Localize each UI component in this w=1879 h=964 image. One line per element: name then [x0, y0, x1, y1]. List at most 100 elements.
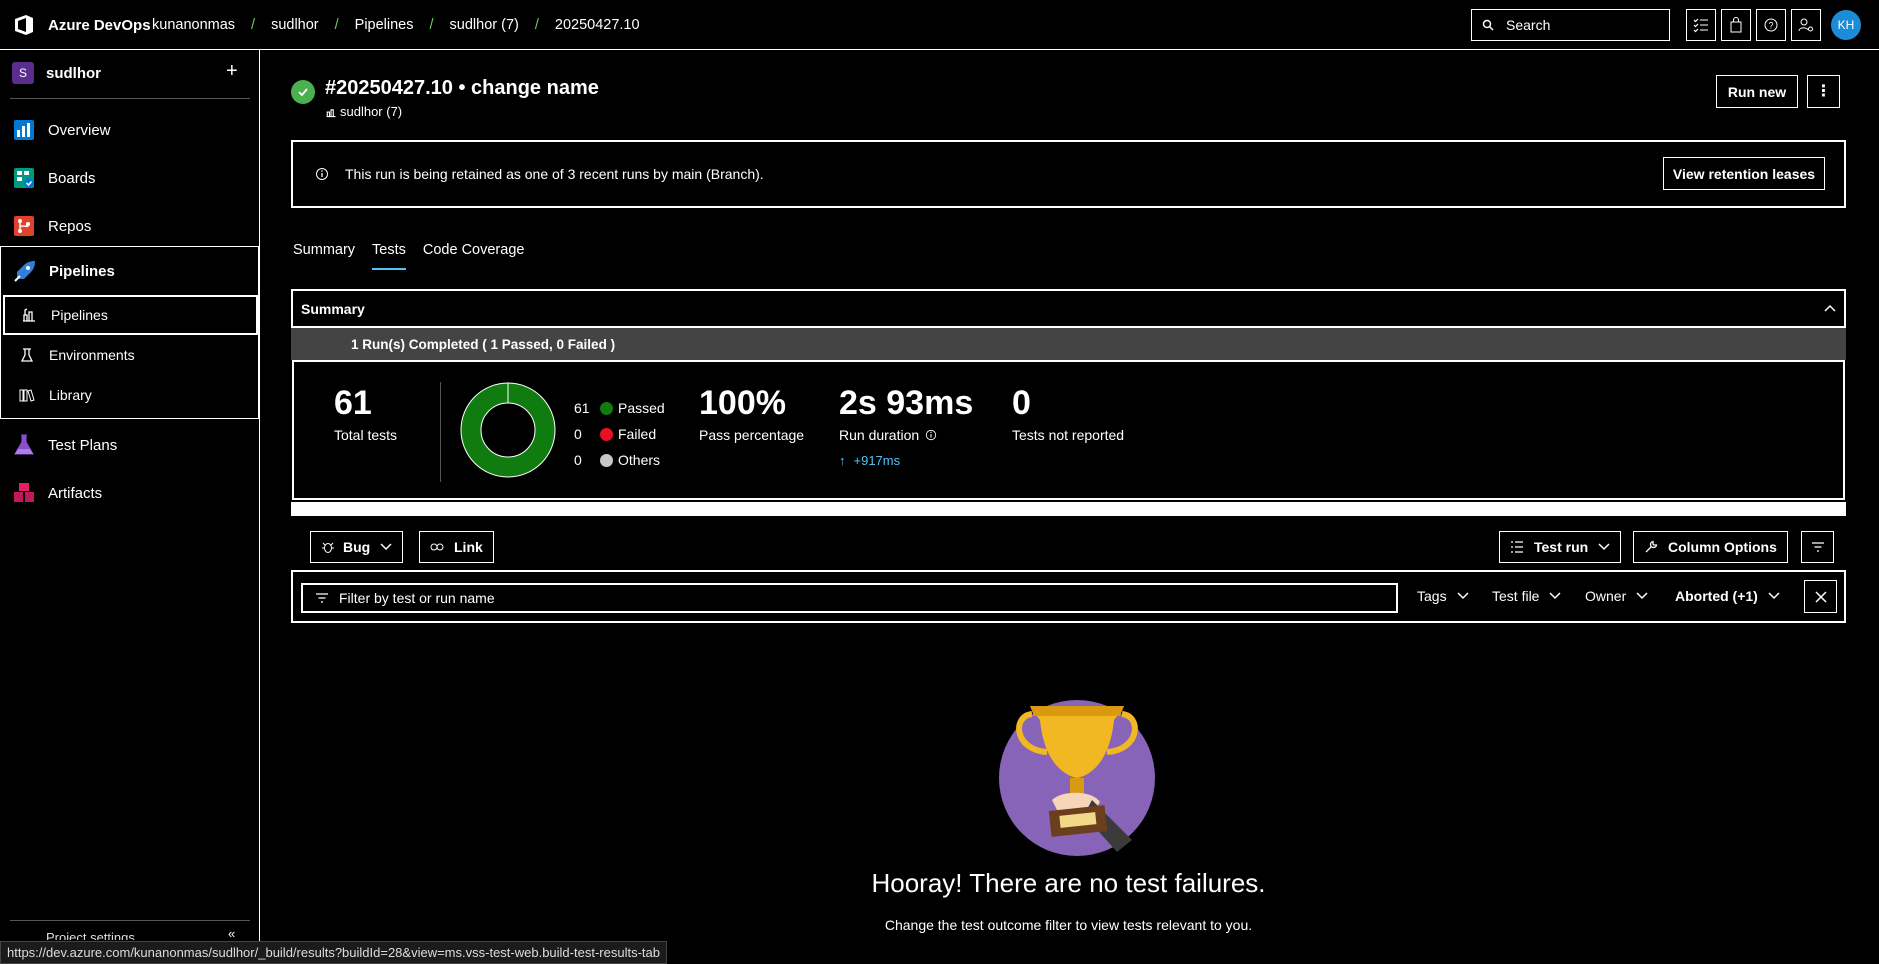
sidebar-item-artifacts[interactable]: Artifacts — [0, 469, 259, 517]
wrench-icon — [1645, 540, 1658, 553]
pass-percentage-stat: 100% Pass percentage — [699, 384, 804, 443]
filter-icon — [316, 593, 328, 603]
link-button[interactable]: Link — [419, 531, 494, 563]
breadcrumb-separator: / — [534, 17, 539, 33]
marketplace-button[interactable] — [1721, 9, 1751, 41]
breadcrumb-project[interactable]: sudlhor — [271, 17, 319, 33]
breadcrumb-pipelines[interactable]: Pipelines — [355, 17, 414, 33]
legend-count: 0 — [574, 452, 582, 468]
sidebar-item-boards[interactable]: Boards — [0, 154, 259, 202]
run-duration-value: 2s 93ms — [839, 384, 974, 422]
run-duration-caption: Run duration — [839, 427, 973, 443]
shopping-bag-icon — [1730, 17, 1742, 33]
tab-code-coverage[interactable]: Code Coverage — [423, 242, 525, 270]
more-actions-button[interactable]: ⋮ — [1807, 75, 1840, 108]
arrow-up-icon: ↑ — [839, 453, 846, 468]
retention-message: This run is being retained as one of 3 r… — [345, 166, 764, 182]
create-bug-button[interactable]: Bug — [310, 531, 404, 563]
success-status-icon — [291, 80, 315, 104]
sidebar-item-repos[interactable]: Repos — [0, 202, 259, 250]
not-reported-value: 0 — [1012, 384, 1031, 422]
total-tests-stat: 61 Total tests — [334, 384, 397, 443]
sidebar-item-label: Boards — [48, 169, 96, 187]
breadcrumb-pipeline[interactable]: sudlhor (7) — [450, 17, 519, 33]
outcome-filter-label: Aborted (+1) — [1675, 588, 1758, 604]
pipelines-group: Pipelines Pipelines Environments Library — [0, 246, 259, 419]
tags-filter-dropdown[interactable]: Tags — [1417, 588, 1469, 604]
sidebar-subitem-environments[interactable]: Environments — [3, 335, 258, 375]
tags-filter-label: Tags — [1417, 588, 1447, 604]
others-dot-icon — [600, 453, 613, 467]
sidebar-subitem-library[interactable]: Library — [3, 375, 258, 415]
failed-dot-icon — [600, 427, 613, 441]
breadcrumb-separator: / — [251, 17, 256, 33]
sidebar-item-test-plans[interactable]: Test Plans — [0, 421, 259, 469]
info-icon[interactable] — [925, 429, 937, 441]
outcome-legend: 61 Passed 0 Failed 0 Others — [574, 395, 665, 473]
run-new-button[interactable]: Run new — [1716, 75, 1798, 108]
chevron-down-icon — [1549, 592, 1561, 600]
run-completion-bar: 1 Run(s) Completed ( 1 Passed, 0 Failed … — [291, 328, 1846, 360]
breadcrumb-run[interactable]: 20250427.10 — [555, 17, 640, 33]
owner-filter-dropdown[interactable]: Owner — [1585, 588, 1648, 604]
collapse-sidebar-icon[interactable]: « — [228, 926, 235, 940]
clear-filters-button[interactable] — [1804, 580, 1837, 613]
sidebar-item-label: Repos — [48, 217, 92, 235]
search-box[interactable]: Search — [1471, 9, 1670, 41]
breadcrumb-separator: / — [429, 17, 434, 33]
retention-banner: This run is being retained as one of 3 r… — [291, 140, 1846, 208]
legend-label: Passed — [618, 400, 665, 416]
legend-label: Failed — [618, 426, 657, 442]
pass-donut-chart — [460, 382, 556, 478]
filter-toggle-button[interactable] — [1801, 531, 1834, 563]
not-reported-label: Tests not reported — [1012, 427, 1125, 443]
link-icon — [430, 543, 444, 551]
link-label: Link — [454, 539, 483, 555]
breadcrumb: kunanonmas / sudlhor / Pipelines / sudlh… — [152, 17, 640, 33]
azure-devops-logo-icon[interactable] — [12, 13, 36, 37]
chevron-up-icon[interactable] — [1824, 304, 1836, 312]
help-icon: ? — [1764, 18, 1778, 32]
sidebar-item-pipelines[interactable]: Pipelines — [1, 247, 258, 295]
empty-state-subtitle: Change the test outcome filter to view t… — [884, 917, 1253, 933]
sidebar-subitem-label: Library — [49, 387, 92, 403]
test-file-filter-dropdown[interactable]: Test file — [1492, 588, 1561, 604]
filter-input[interactable]: Filter by test or run name — [301, 583, 1398, 613]
project-switcher[interactable]: S sudlhor — [12, 62, 101, 84]
tab-tests[interactable]: Tests — [372, 242, 406, 270]
bug-label: Bug — [343, 539, 371, 555]
view-retention-leases-button[interactable]: View retention leases — [1663, 157, 1825, 190]
legend-failed: 0 Failed — [574, 421, 665, 447]
trophy-illustration — [999, 700, 1155, 856]
outcome-filter-dropdown[interactable]: Aborted (+1) — [1675, 588, 1780, 604]
list-icon — [1511, 541, 1523, 553]
repos-icon — [14, 216, 34, 236]
add-icon[interactable]: + — [226, 60, 238, 83]
chevron-down-icon — [1768, 592, 1780, 600]
group-by-test-run-button[interactable]: Test run — [1499, 531, 1622, 563]
project-settings-link[interactable]: Project settings — [46, 930, 135, 940]
close-icon — [1814, 590, 1827, 603]
pass-percentage-label: Pass percentage — [699, 427, 805, 443]
legend-label: Others — [618, 452, 661, 468]
help-button[interactable]: ? — [1756, 9, 1786, 41]
sidebar-subitem-label: Pipelines — [51, 307, 108, 323]
work-items-button[interactable] — [1686, 9, 1716, 41]
duration-delta-value: +917ms — [853, 453, 901, 468]
legend-others: 0 Others — [574, 447, 665, 473]
breadcrumb-org[interactable]: kunanonmas — [152, 17, 235, 33]
brand-title[interactable]: Azure DevOps — [48, 17, 151, 34]
tab-summary[interactable]: Summary — [293, 242, 355, 270]
test-run-label: Test run — [1534, 539, 1589, 555]
chevron-down-icon — [1636, 592, 1648, 600]
summary-header[interactable]: Summary — [291, 289, 1846, 328]
sidebar-item-overview[interactable]: Overview — [0, 106, 259, 154]
pipelines-icon — [14, 261, 35, 282]
artifacts-icon — [14, 483, 34, 502]
pipeline-link[interactable]: sudlhor (7) — [325, 104, 402, 119]
user-settings-button[interactable] — [1791, 9, 1821, 41]
sidebar-subitem-pipelines[interactable]: Pipelines — [3, 295, 258, 335]
column-options-button[interactable]: Column Options — [1633, 531, 1788, 563]
avatar[interactable]: KH — [1831, 10, 1861, 40]
info-icon — [316, 168, 328, 180]
